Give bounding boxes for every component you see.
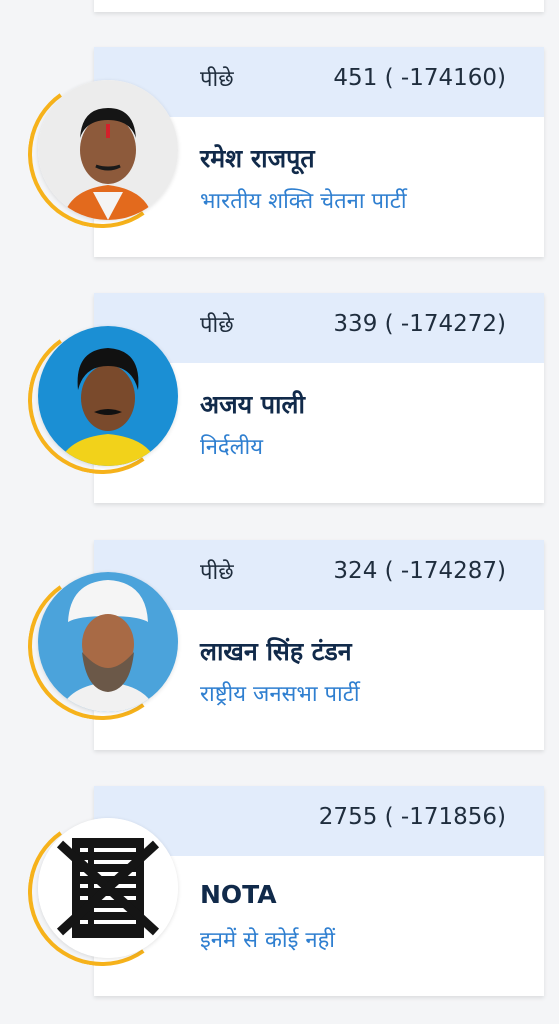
candidate-name: लाखन सिंह टंडन [200, 637, 352, 666]
candidate-photo [38, 572, 178, 712]
candidate-avatar [16, 560, 188, 732]
candidate-photo [38, 80, 178, 220]
previous-card-fragment [94, 0, 544, 12]
vote-count: 451 ( -174160) [333, 65, 506, 91]
candidate-name: अजय पाली [200, 390, 305, 419]
nota-avatar [16, 806, 188, 978]
nota-symbol-icon [38, 818, 178, 958]
candidate-name: NOTA [200, 880, 277, 909]
status-label: पीछे [200, 560, 234, 585]
status-label: पीछे [200, 67, 234, 92]
party-name[interactable]: राष्ट्रीय जनसभा पार्टी [200, 678, 360, 708]
candidate-avatar [16, 68, 188, 240]
vote-count: 2755 ( -171856) [318, 804, 506, 830]
party-name[interactable]: भारतीय शक्ति चेतना पार्टी [200, 185, 407, 215]
vote-count: 339 ( -174272) [333, 311, 506, 337]
status-label: पीछे [200, 313, 234, 338]
vote-count: 324 ( -174287) [333, 558, 506, 584]
person-photo-icon [38, 572, 178, 712]
person-photo-icon [38, 80, 178, 220]
party-name[interactable]: निर्दलीय [200, 431, 263, 461]
candidate-photo [38, 326, 178, 466]
person-photo-icon [38, 326, 178, 466]
party-name[interactable]: इनमें से कोई नहीं [200, 924, 335, 954]
candidate-avatar [16, 314, 188, 486]
nota-symbol [38, 818, 178, 958]
candidate-name: रमेश राजपूत [200, 144, 315, 173]
